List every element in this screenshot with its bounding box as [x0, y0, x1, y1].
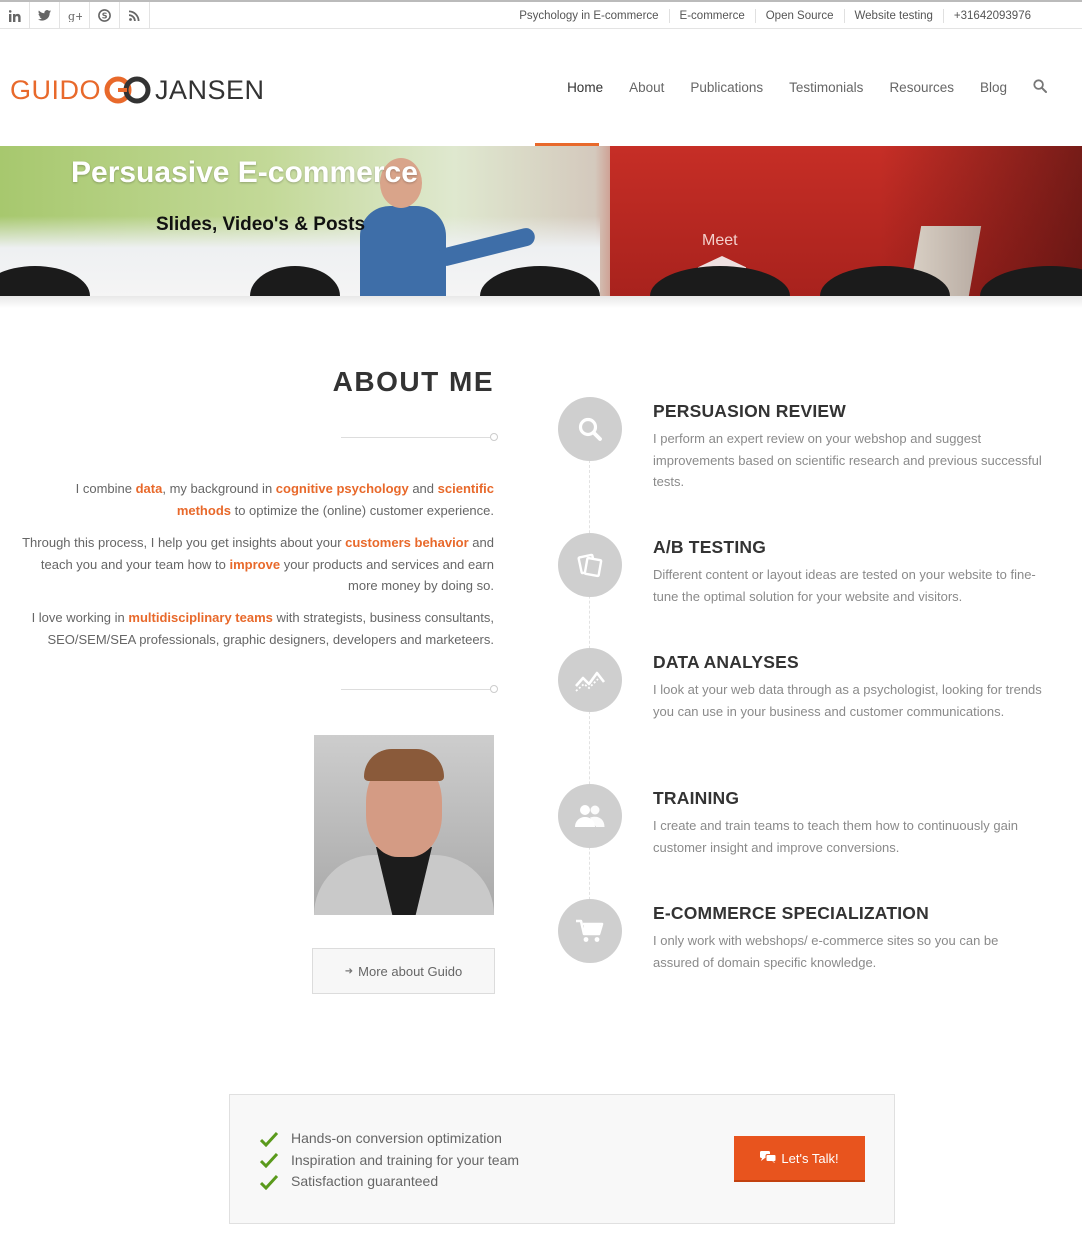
about-paragraph-2: Through this process, I help you get ins… [22, 535, 494, 593]
service-title-persuasion-review: PERSUASION REVIEW [653, 401, 847, 421]
checkmark-icon [260, 1174, 280, 1190]
lets-talk-button[interactable]: Let's Talk! [734, 1136, 865, 1182]
cart-icon [558, 899, 622, 963]
more-about-button[interactable]: ➜ More about Guido [312, 948, 495, 994]
banner-shadow [0, 296, 1082, 308]
hero-banner: Meet Persuasive E-commerce Slides, Video… [0, 146, 1082, 296]
svg-text:S: S [102, 12, 108, 21]
banner-subtitle: Slides, Video's & Posts [156, 214, 366, 235]
service-title-training: TRAINING [653, 788, 740, 808]
main-nav: Home About Publications Testimonials Res… [541, 70, 1047, 104]
users-icon [558, 784, 622, 848]
service-text-training: I create and train teams to teach them h… [653, 818, 1018, 855]
nav-about[interactable]: About [629, 80, 664, 95]
more-about-label: More about Guido [358, 963, 463, 979]
skype-icon[interactable]: S [90, 2, 120, 29]
nav-publications[interactable]: Publications [690, 80, 763, 95]
benefits-list: Hands-on conversion optimization Inspira… [260, 1128, 519, 1193]
svg-text:g+: g+ [68, 10, 82, 22]
banner-title: Persuasive E-commerce [71, 156, 418, 189]
chat-bubbles-icon [760, 1150, 777, 1166]
highlight-cognitive-psychology: cognitive psychology [275, 481, 409, 496]
twitter-icon[interactable] [30, 2, 60, 29]
service-text-ecommerce-specialization: I only work with webshops/ e-commerce si… [653, 933, 999, 970]
checkmark-icon [260, 1152, 280, 1169]
nav-testimonials[interactable]: Testimonials [789, 80, 863, 95]
service-text-data-analyses: I look at your web data through as a psy… [653, 682, 1042, 719]
about-divider-top [341, 433, 498, 441]
nav-home[interactable]: Home [567, 80, 603, 95]
toplink-open-source[interactable]: Open Source [754, 8, 844, 23]
nav-blog[interactable]: Blog [980, 80, 1007, 95]
toplink-psychology[interactable]: Psychology in E-commerce [509, 9, 668, 23]
top-links: Psychology in E-commerce E-commerce Open… [509, 2, 1041, 29]
search-icon [558, 397, 622, 461]
lets-talk-label: Let's Talk! [781, 1150, 839, 1166]
googleplus-icon[interactable]: g+ [60, 2, 90, 29]
profile-photo [314, 735, 494, 915]
service-title-ab-testing: A/B TESTING [653, 537, 767, 557]
banner-sign-text: Meet [702, 232, 738, 249]
about-paragraph-3: I love working in multidisciplinary team… [31, 610, 494, 647]
service-title-data-analyses: DATA ANALYSES [653, 652, 799, 672]
toplink-website-testing[interactable]: Website testing [843, 8, 943, 23]
benefit-item: Satisfaction guaranteed [260, 1171, 519, 1193]
service-title-ecommerce-specialization: E-COMMERCE SPECIALIZATION [653, 903, 929, 923]
about-divider-bottom [341, 685, 498, 693]
benefit-item: Hands-on conversion optimization [260, 1128, 519, 1150]
highlight-customers-behavior: customers behavior [345, 535, 469, 550]
checkmark-icon [260, 1131, 280, 1147]
about-title: ABOUT ME [332, 366, 494, 397]
toplink-ecommerce[interactable]: E-commerce [668, 8, 755, 23]
logo-last-name: JANSEN [155, 74, 265, 105]
site-logo[interactable]: GUIDO JANSEN [10, 72, 265, 108]
phone-number[interactable]: +31642093976 [942, 8, 1041, 23]
highlight-improve: improve [229, 556, 281, 572]
social-links: g+ S [0, 2, 150, 29]
linkedin-icon[interactable] [0, 2, 30, 29]
logo-infinity-icon [104, 76, 151, 104]
highlight-multidisciplinary-teams: multidisciplinary teams [128, 610, 273, 625]
logo-first-name: GUIDO [10, 74, 102, 105]
search-icon[interactable] [1033, 78, 1047, 96]
chart-line-icon [558, 648, 622, 712]
about-paragraph-1: I combine data, my background in cogniti… [75, 481, 494, 518]
benefit-item: Inspiration and training for your team [260, 1150, 519, 1172]
service-text-ab-testing: Different content or layout ideas are te… [653, 567, 1036, 604]
highlight-data: data [135, 481, 163, 496]
ab-testing-icon [558, 533, 622, 597]
nav-resources[interactable]: Resources [889, 80, 954, 95]
rss-icon[interactable] [120, 2, 150, 29]
arrow-right-icon: ➜ [344, 965, 354, 977]
service-text-persuasion-review: I perform an expert review on your websh… [653, 431, 1042, 489]
call-to-action-box: Hands-on conversion optimization Inspira… [229, 1094, 895, 1224]
top-bar: g+ S Psychology in E-commerce E-commerce… [0, 0, 1082, 29]
